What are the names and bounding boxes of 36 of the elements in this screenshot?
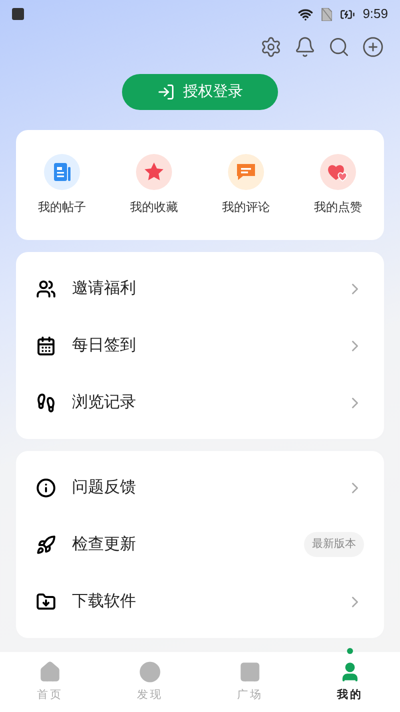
shortcut-label[interactable]: 我的帖子 bbox=[38, 198, 86, 216]
nav-tab[interactable]: 我的 bbox=[300, 652, 400, 712]
chat-bubble-icon bbox=[228, 154, 264, 190]
menu-label: 浏览记录 bbox=[72, 392, 137, 412]
info-icon bbox=[36, 478, 56, 498]
menu-item[interactable]: 下载软件 bbox=[16, 573, 384, 630]
folder-download-icon bbox=[36, 592, 56, 612]
rocket-icon bbox=[36, 534, 56, 554]
settings-icon[interactable] bbox=[260, 36, 282, 58]
add-icon[interactable] bbox=[362, 36, 384, 58]
menu-item[interactable]: 浏览记录 bbox=[16, 374, 384, 431]
menu-label: 每日签到 bbox=[72, 336, 137, 356]
version-tag: 最新版本 bbox=[304, 532, 364, 557]
footprints-icon bbox=[36, 392, 56, 412]
no-sim-icon bbox=[320, 8, 332, 20]
status-time: 9:59 bbox=[362, 5, 388, 24]
bell-icon[interactable] bbox=[294, 36, 316, 58]
menu-item[interactable]: 每日签到 bbox=[16, 317, 384, 374]
calendar-icon bbox=[36, 336, 56, 356]
hearts-icon bbox=[320, 154, 356, 190]
menu-label: 检查更新 bbox=[72, 534, 137, 554]
login-icon bbox=[157, 83, 175, 101]
home-icon bbox=[39, 660, 61, 683]
shortcut-label[interactable]: 我的收藏 bbox=[130, 198, 178, 216]
people-icon bbox=[36, 278, 56, 298]
menu-item[interactable]: 问题反馈 bbox=[16, 459, 384, 516]
shortcut-label[interactable]: 我的点赞 bbox=[314, 198, 362, 216]
menu-label: 下载软件 bbox=[72, 592, 137, 612]
menu-item[interactable]: 检查更新 最新版本 bbox=[16, 516, 384, 573]
search-icon[interactable] bbox=[328, 36, 350, 58]
menu-label: 问题反馈 bbox=[72, 478, 137, 498]
shortcut-label[interactable]: 我的评论 bbox=[222, 198, 270, 216]
document-icon bbox=[44, 154, 80, 190]
menu-label: 邀请福利 bbox=[72, 278, 137, 298]
wifi-icon bbox=[298, 6, 313, 22]
menu-item[interactable]: 邀请福利 bbox=[16, 260, 384, 317]
